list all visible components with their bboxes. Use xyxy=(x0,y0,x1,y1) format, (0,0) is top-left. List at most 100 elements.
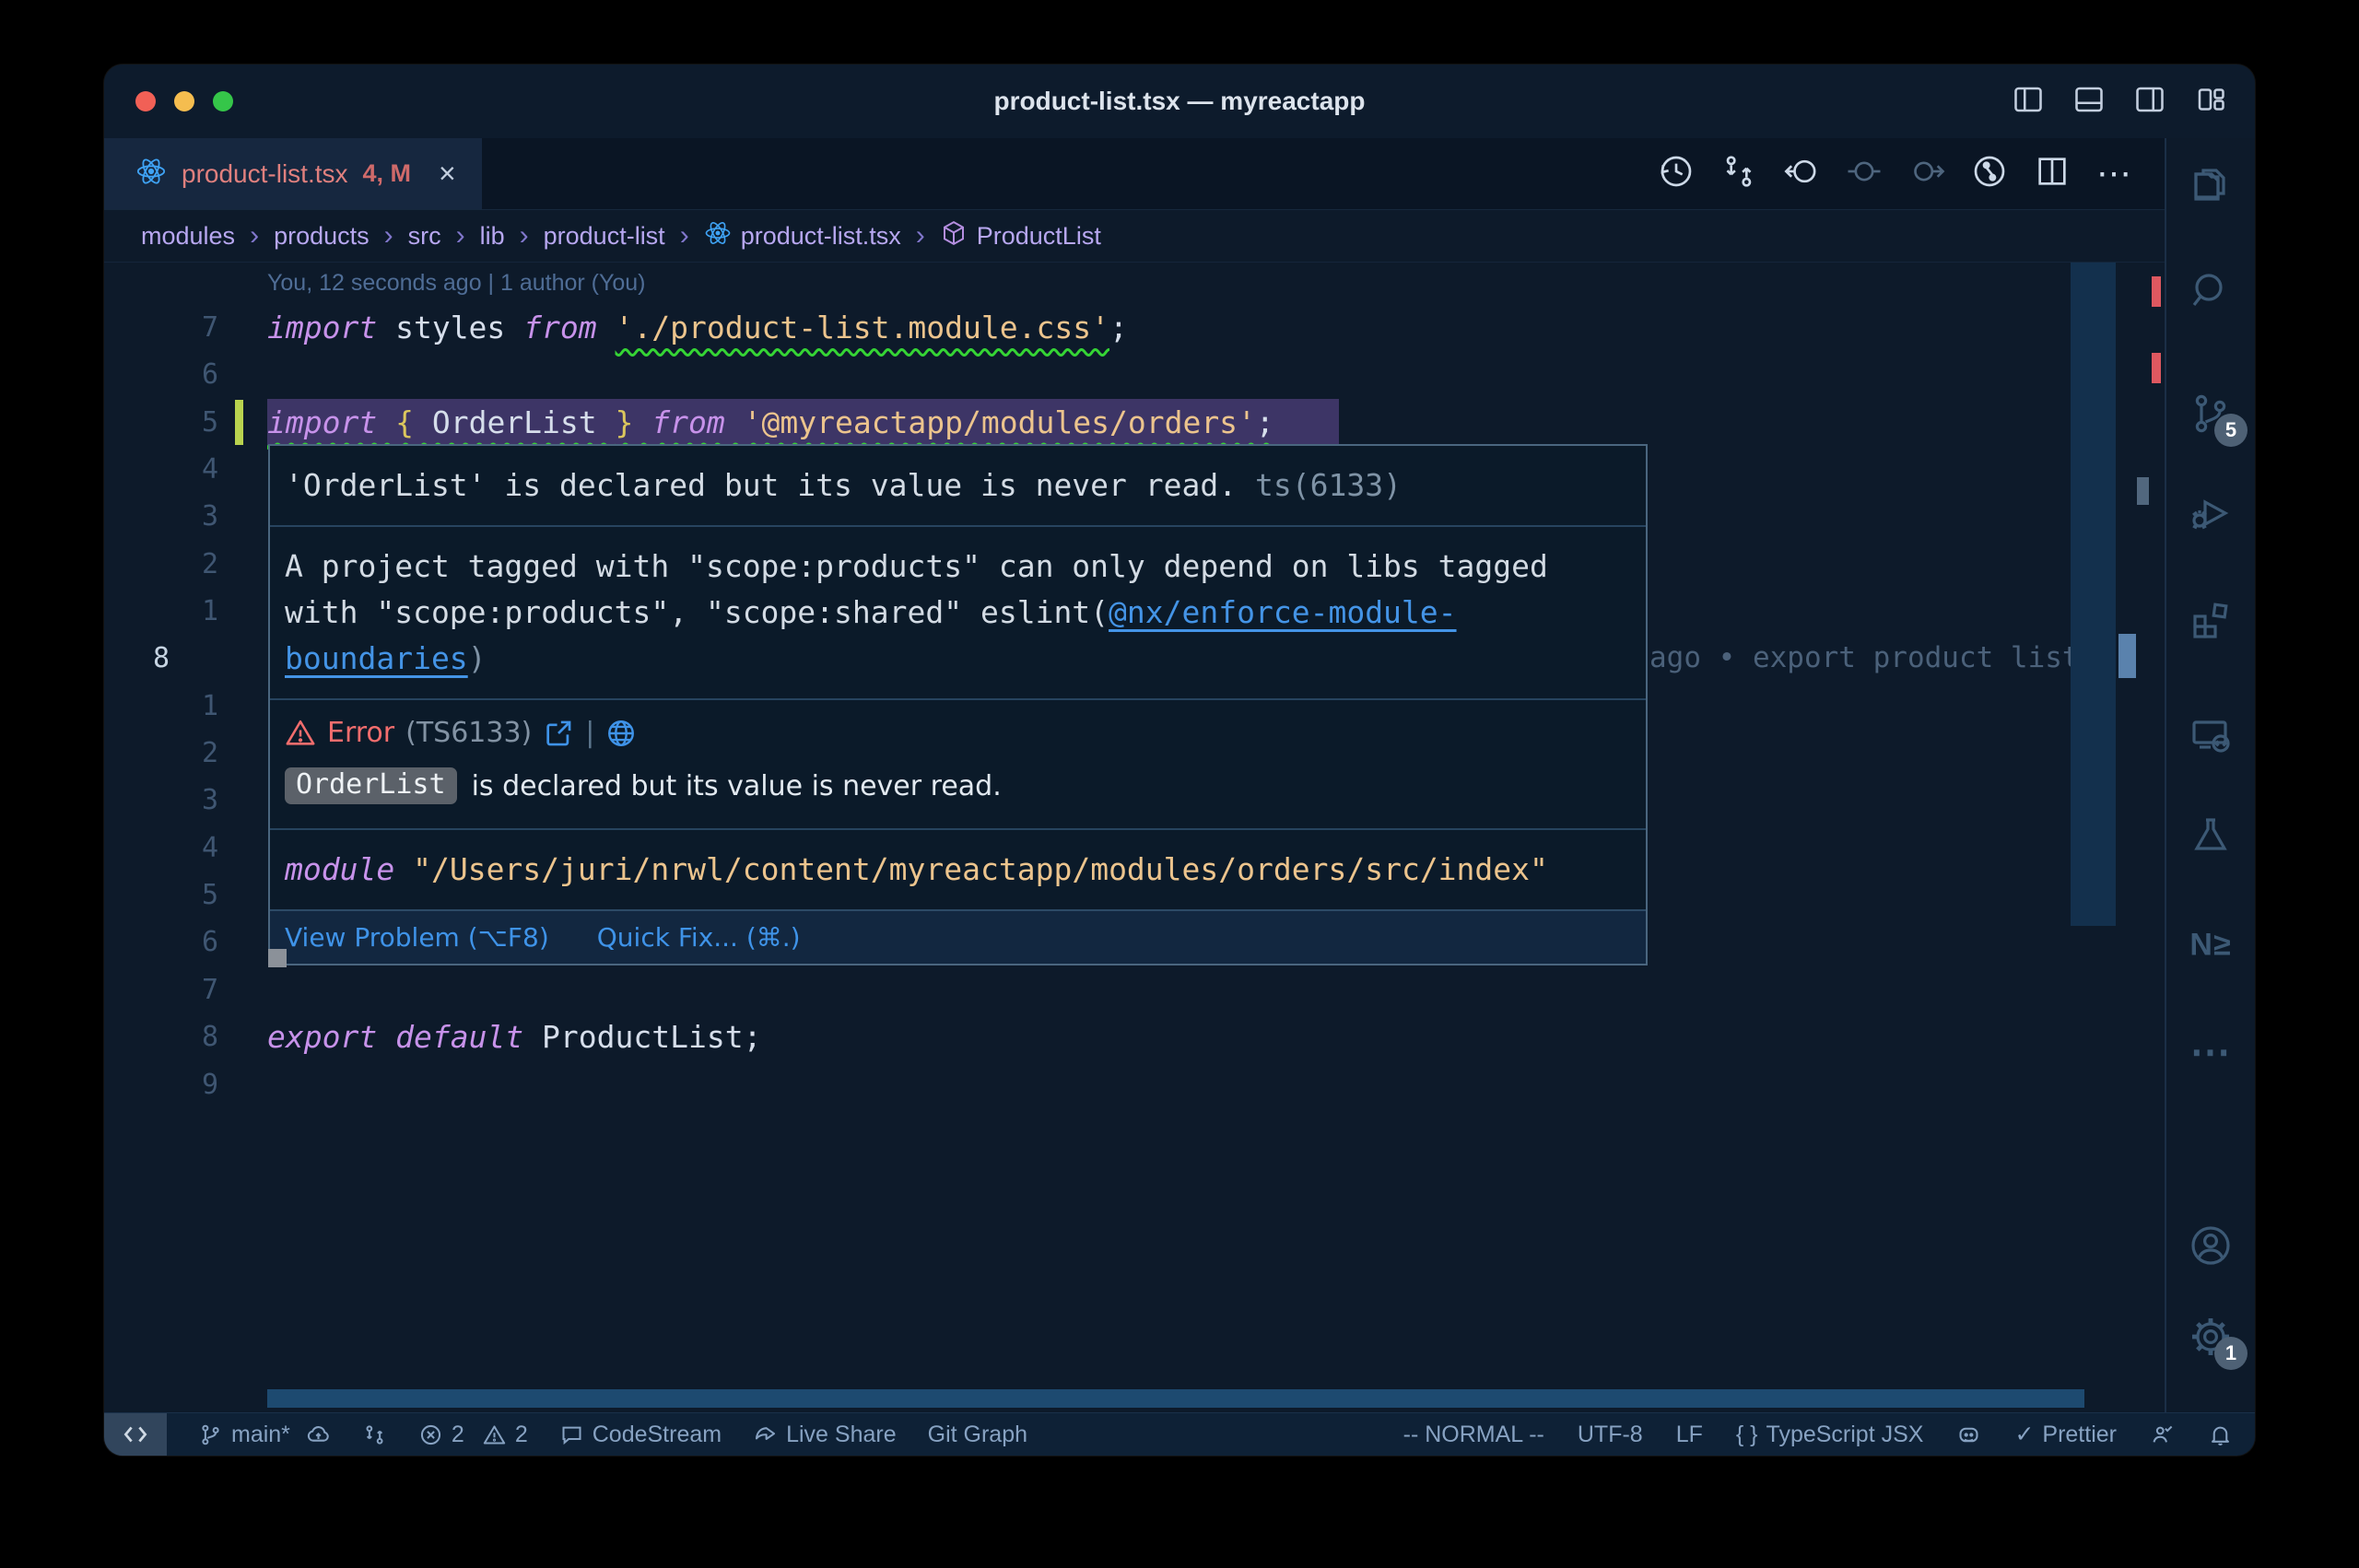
more-actions-icon[interactable]: ⋯ xyxy=(2096,156,2131,193)
breadcrumb-products[interactable]: products xyxy=(274,222,370,251)
line-number[interactable]: 7 xyxy=(104,304,218,351)
vertical-scrollbar[interactable] xyxy=(2071,263,2116,926)
extensions-icon[interactable] xyxy=(2189,598,2233,642)
horizontal-scrollbar[interactable] xyxy=(267,1389,2084,1408)
next-change-icon[interactable] xyxy=(1908,153,1945,194)
line-number[interactable]: 3 xyxy=(104,493,218,540)
commit-graph-icon[interactable] xyxy=(1971,153,2008,194)
scm-badge: 5 xyxy=(2214,414,2248,447)
code-row[interactable]: 6 xyxy=(104,351,2165,398)
line-number[interactable]: 1 xyxy=(104,683,218,730)
quick-fix-link[interactable]: Quick Fix... (⌘.) xyxy=(597,922,801,953)
tab-close-icon[interactable]: × xyxy=(439,157,456,191)
run-debug-icon[interactable] xyxy=(2189,491,2233,535)
open-external-icon[interactable] xyxy=(543,718,574,749)
breadcrumb-symbol[interactable]: ProductList xyxy=(940,219,1101,253)
language-mode-item[interactable]: { } TypeScript JSX xyxy=(1736,1422,1924,1448)
feedback-item[interactable] xyxy=(2150,1422,2175,1447)
prettier-item[interactable]: ✓ Prettier xyxy=(2014,1421,2117,1448)
breadcrumb-product-list-folder[interactable]: product-list xyxy=(544,222,665,251)
view-problem-link[interactable]: View Problem (⌥F8) xyxy=(285,922,549,953)
settings-gear-icon[interactable]: 1 xyxy=(2189,1315,2233,1359)
minimize-window-button[interactable] xyxy=(174,91,194,111)
line-number[interactable]: 5 xyxy=(104,399,218,446)
notifications-item[interactable] xyxy=(2208,1422,2233,1447)
code-text[interactable]: export default ProductList; xyxy=(267,1013,761,1060)
remote-indicator[interactable] xyxy=(104,1413,167,1456)
line-number[interactable]: 7 xyxy=(104,966,218,1013)
encoding-item[interactable]: UTF-8 xyxy=(1578,1422,1643,1448)
explorer-icon[interactable] xyxy=(2189,162,2233,206)
ts-error-code: ts(6133) xyxy=(1255,467,1402,503)
compare-branch-item[interactable] xyxy=(362,1422,387,1447)
line-number[interactable]: 2 xyxy=(104,730,218,777)
copilot-item[interactable] xyxy=(1956,1422,1981,1447)
toggle-panel-icon[interactable] xyxy=(2072,83,2106,121)
code-text[interactable]: import styles from './product-list.modul… xyxy=(267,304,1128,351)
line-number[interactable]: 6 xyxy=(104,351,218,398)
code-text[interactable]: import { OrderList } from '@myreactapp/m… xyxy=(267,399,1339,446)
breadcrumb-separator: › xyxy=(916,220,925,252)
breadcrumb-src[interactable]: src xyxy=(408,222,441,251)
tooltip-resize-handle[interactable] xyxy=(268,949,287,967)
line-number[interactable]: 4 xyxy=(104,446,218,493)
symbol-cube-icon xyxy=(940,219,968,253)
line-number[interactable]: 9 xyxy=(104,1061,218,1108)
previous-change-icon[interactable] xyxy=(1846,153,1883,194)
line-number[interactable]: 4 xyxy=(104,825,218,872)
tab-bar: product-list.tsx 4, M × ⋯ xyxy=(104,138,2165,210)
code-row[interactable]: 8 export default ProductList; xyxy=(104,1013,2165,1060)
toggle-secondary-sidebar-icon[interactable] xyxy=(2133,83,2166,121)
navigate-back-icon[interactable] xyxy=(1783,153,1820,194)
code-row[interactable]: 7 xyxy=(104,966,2165,1013)
line-number[interactable]: 8 xyxy=(153,635,170,682)
tab-product-list[interactable]: product-list.tsx 4, M × xyxy=(104,138,482,209)
git-graph-item[interactable]: Git Graph xyxy=(928,1422,1027,1448)
code-editor[interactable]: You, 12 seconds ago | 1 author (You) 7 imp… xyxy=(104,263,2165,1412)
codelens-blame[interactable]: You, 12 seconds ago | 1 author (You) xyxy=(267,263,646,304)
line-number[interactable]: 6 xyxy=(104,919,218,965)
breadcrumb-lib[interactable]: lib xyxy=(480,222,505,251)
line-number[interactable]: 3 xyxy=(104,777,218,824)
accounts-icon[interactable] xyxy=(2189,1223,2233,1268)
search-icon[interactable] xyxy=(2189,269,2233,313)
overview-error-mark xyxy=(2152,353,2161,383)
code-row[interactable]: 7 import styles from './product-list.modu… xyxy=(104,304,2165,351)
line-number[interactable]: 2 xyxy=(104,541,218,588)
line-number[interactable]: 1 xyxy=(104,588,218,635)
editor-actions: ⋯ xyxy=(1658,138,2165,209)
vscode-window: product-list.tsx — myreactapp product-li… xyxy=(104,64,2255,1456)
globe-icon[interactable] xyxy=(605,718,637,749)
customize-layout-icon[interactable] xyxy=(2194,83,2227,121)
compare-changes-icon[interactable] xyxy=(1720,153,1757,194)
problems-item[interactable]: 2 2 xyxy=(418,1422,528,1448)
eol-item[interactable]: LF xyxy=(1676,1422,1703,1448)
additional-views-icon[interactable]: ⋯ xyxy=(2190,1029,2232,1076)
split-editor-icon[interactable] xyxy=(2034,153,2071,194)
tab-problem-badge: 4, M xyxy=(363,159,412,188)
toggle-primary-sidebar-icon[interactable] xyxy=(2012,83,2045,121)
error-code: (TS6133) xyxy=(405,717,532,749)
breadcrumb-modules[interactable]: modules xyxy=(141,222,235,251)
source-control-icon[interactable]: 5 xyxy=(2189,392,2233,436)
error-hover-tooltip: 'OrderList' is declared but its value is… xyxy=(268,444,1648,965)
git-branch-item[interactable]: main* xyxy=(198,1422,331,1448)
chat-bubble-icon xyxy=(559,1422,584,1447)
code-row[interactable]: 5 import { OrderList } from '@myreactapp/… xyxy=(104,399,2165,446)
line-number[interactable]: 8 xyxy=(104,1013,218,1060)
timeline-icon[interactable] xyxy=(1658,153,1695,194)
vim-mode-indicator[interactable]: -- NORMAL -- xyxy=(1403,1422,1544,1448)
testing-beaker-icon[interactable] xyxy=(2189,813,2233,857)
bell-icon xyxy=(2208,1422,2233,1447)
line-number[interactable]: 5 xyxy=(104,872,218,919)
nx-console-icon[interactable]: N≥ xyxy=(2189,928,2231,964)
live-share-item[interactable]: Live Share xyxy=(753,1422,897,1448)
zoom-window-button[interactable] xyxy=(213,91,233,111)
codestream-item[interactable]: CodeStream xyxy=(559,1422,722,1448)
breadcrumb-file[interactable]: product-list.tsx xyxy=(704,219,901,253)
breadcrumb-separator: › xyxy=(456,220,465,252)
warning-count: 2 xyxy=(515,1422,528,1448)
remote-explorer-icon[interactable] xyxy=(2189,713,2233,757)
code-row[interactable]: 9 xyxy=(104,1061,2165,1108)
close-window-button[interactable] xyxy=(135,91,156,111)
